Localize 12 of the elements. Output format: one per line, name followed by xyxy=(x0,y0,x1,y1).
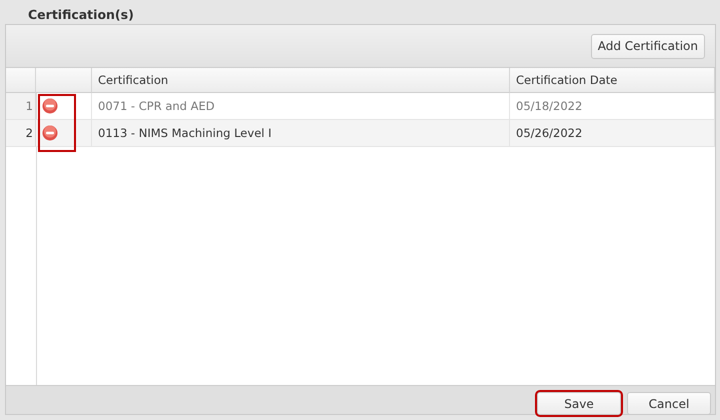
table-cell: 05/26/2022 xyxy=(510,120,715,147)
row-number: 2 xyxy=(6,120,36,147)
save-button[interactable]: Save xyxy=(537,392,621,415)
panel-title: Certification(s) xyxy=(27,6,135,24)
column-header: Certification xyxy=(92,68,510,93)
remove-icon[interactable] xyxy=(42,125,58,141)
add-certification-button[interactable]: Add Certification xyxy=(590,34,705,58)
cancel-button[interactable]: Cancel xyxy=(627,392,711,415)
remove-icon[interactable] xyxy=(42,98,58,114)
column-header: Certification Date xyxy=(510,68,715,93)
row-number: 1 xyxy=(6,93,36,120)
table-cell: 0113 - NIMS Machining Level I xyxy=(92,120,510,147)
